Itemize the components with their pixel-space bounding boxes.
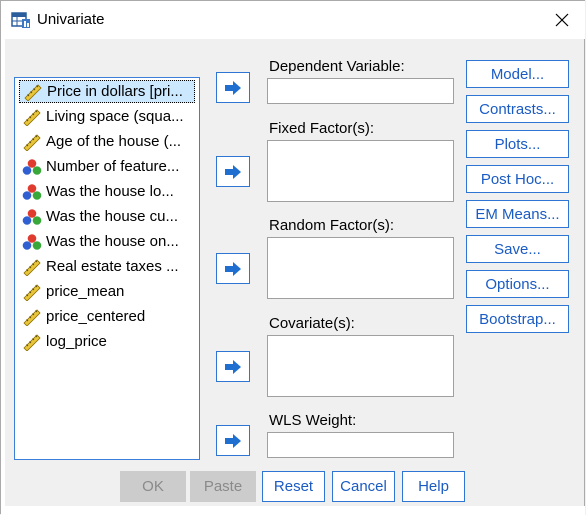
covariates-label: Covariate(s):: [269, 315, 355, 332]
help-button[interactable]: Help: [402, 471, 465, 502]
bootstrap-button[interactable]: Bootstrap...: [466, 305, 569, 333]
scale-ruler-icon: [23, 258, 41, 276]
variable-list-item[interactable]: Was the house cu...: [19, 205, 195, 228]
random-factors-label: Random Factor(s):: [269, 217, 395, 234]
close-button[interactable]: [539, 1, 585, 39]
scale-ruler-icon: [23, 108, 41, 126]
scale-ruler-icon: [23, 333, 41, 351]
variable-label: Was the house cu...: [46, 208, 179, 225]
variable-label: Age of the house (...: [46, 133, 182, 150]
univariate-dialog: Univariate Price in dollars [pri... Livin…: [0, 0, 585, 515]
window-edge: [1, 39, 5, 515]
variable-label: Number of feature...: [46, 158, 180, 175]
right-arrow-icon: [225, 164, 241, 179]
variable-label: Was the house lo...: [46, 183, 174, 200]
post-hoc-button[interactable]: Post Hoc...: [466, 165, 569, 193]
title-bar: Univariate: [1, 1, 585, 39]
wls-weight-label: WLS Weight:: [269, 412, 357, 429]
variable-list-item[interactable]: log_price: [19, 330, 195, 353]
variable-label: log_price: [46, 333, 107, 350]
paste-button[interactable]: Paste: [190, 471, 256, 502]
save-button[interactable]: Save...: [466, 235, 569, 263]
em-means-button[interactable]: EM Means...: [466, 200, 569, 228]
nominal-balls-icon: [22, 158, 42, 175]
variable-list-item[interactable]: Real estate taxes ...: [19, 255, 195, 278]
move-to-fixed-factor-button[interactable]: [216, 156, 250, 187]
variable-list-item[interactable]: price_centered: [19, 305, 195, 328]
variable-label: Was the house on...: [46, 233, 179, 250]
right-arrow-icon: [225, 433, 241, 448]
scale-ruler-icon: [24, 83, 42, 101]
move-to-random-factor-button[interactable]: [216, 253, 250, 284]
variable-list-item[interactable]: Age of the house (...: [19, 130, 195, 153]
variable-label: price_centered: [46, 308, 146, 325]
close-icon[interactable]: [554, 12, 570, 28]
scale-ruler-icon: [23, 283, 41, 301]
variable-label: Real estate taxes ...: [46, 258, 179, 275]
dependent-variable-label: Dependent Variable:: [269, 58, 405, 75]
right-arrow-icon: [225, 261, 241, 276]
nominal-balls-icon: [22, 233, 42, 250]
move-to-wls-weight-button[interactable]: [216, 425, 250, 456]
variable-label: Price in dollars [pri...: [47, 83, 183, 100]
covariates-list[interactable]: [267, 335, 454, 397]
spss-app-icon: [11, 12, 30, 28]
options-button[interactable]: Options...: [466, 270, 569, 298]
right-arrow-icon: [225, 359, 241, 374]
plots-button[interactable]: Plots...: [466, 130, 569, 158]
source-variable-list[interactable]: Price in dollars [pri... Living space (sq…: [14, 77, 200, 460]
variable-list-item[interactable]: Living space (squa...: [19, 105, 195, 128]
fixed-factors-list[interactable]: [267, 140, 454, 202]
right-arrow-icon: [225, 80, 241, 95]
variable-list-item[interactable]: Price in dollars [pri...: [19, 80, 195, 103]
model-button[interactable]: Model...: [466, 60, 569, 88]
nominal-balls-icon: [22, 208, 42, 225]
scale-ruler-icon: [23, 308, 41, 326]
scale-ruler-icon: [23, 133, 41, 151]
variable-label: Living space (squa...: [46, 108, 184, 125]
variable-list-item[interactable]: Number of feature...: [19, 155, 195, 178]
wls-weight-field[interactable]: [267, 432, 454, 458]
variable-list-item[interactable]: price_mean: [19, 280, 195, 303]
dependent-variable-field[interactable]: [267, 78, 454, 104]
move-to-covariate-button[interactable]: [216, 351, 250, 382]
variable-list-item[interactable]: Was the house on...: [19, 230, 195, 253]
ok-button[interactable]: OK: [120, 471, 186, 502]
window-title: Univariate: [37, 11, 105, 28]
reset-button[interactable]: Reset: [262, 471, 325, 502]
contrasts-button[interactable]: Contrasts...: [466, 95, 569, 123]
random-factors-list[interactable]: [267, 237, 454, 299]
cancel-button[interactable]: Cancel: [332, 471, 395, 502]
window-bottom-edge: [1, 506, 585, 515]
variable-label: price_mean: [46, 283, 125, 300]
variable-list-item[interactable]: Was the house lo...: [19, 180, 195, 203]
move-to-dependent-button[interactable]: [216, 72, 250, 103]
fixed-factors-label: Fixed Factor(s):: [269, 120, 375, 137]
nominal-balls-icon: [22, 183, 42, 200]
